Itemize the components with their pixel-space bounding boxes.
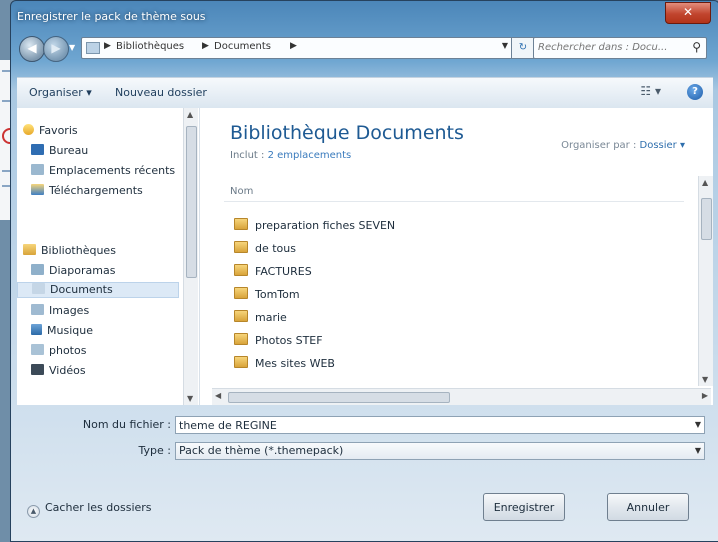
recent-places-icon bbox=[31, 164, 44, 175]
type-selected-value: Pack de thème (*.themepack) bbox=[179, 444, 344, 457]
nav-documents[interactable]: Documents bbox=[17, 282, 179, 298]
folder-icon bbox=[234, 287, 248, 299]
nav-libraries[interactable]: Bibliothèques bbox=[23, 244, 116, 260]
folder-icon bbox=[234, 310, 248, 322]
list-item[interactable]: Mes sites WEB bbox=[234, 356, 335, 372]
library-title: Bibliothèque Documents bbox=[230, 122, 464, 144]
nav-bureau[interactable]: Bureau bbox=[31, 144, 88, 160]
chevron-down-icon[interactable]: ▼ bbox=[695, 420, 701, 429]
type-label: Type : bbox=[138, 444, 171, 457]
nav-recent-places[interactable]: Emplacements récents bbox=[31, 164, 175, 180]
recent-pages-dropdown[interactable]: ▼ bbox=[69, 43, 79, 52]
documents-icon bbox=[32, 283, 45, 294]
breadcrumb-documents[interactable]: Documents bbox=[214, 41, 271, 52]
nav-diaporamas[interactable]: Diaporamas bbox=[31, 264, 115, 280]
list-item[interactable]: TomTom bbox=[234, 287, 300, 303]
list-item[interactable]: preparation fiches SEVEN bbox=[234, 218, 395, 234]
close-icon: ✕ bbox=[682, 5, 694, 19]
forward-button[interactable]: ▶ bbox=[43, 36, 69, 62]
column-divider bbox=[224, 201, 684, 202]
nav-pane-scrollbar[interactable]: ▲ ▼ bbox=[183, 108, 198, 405]
navigation-bar: ◀ ▶ ▼ ▶ Bibliothèques ▶ Documents ▶ ▼ ↻ … bbox=[17, 35, 713, 62]
help-icon[interactable]: ? bbox=[687, 84, 703, 100]
list-item[interactable]: Photos STEF bbox=[234, 333, 323, 349]
scroll-down-icon[interactable]: ▼ bbox=[702, 375, 708, 384]
window-title: Enregistrer le pack de thème sous bbox=[17, 10, 206, 23]
refresh-icon: ↻ bbox=[518, 42, 528, 53]
nav-photos[interactable]: photos bbox=[31, 344, 86, 360]
search-box[interactable]: ⚲ bbox=[533, 37, 707, 59]
scroll-left-icon[interactable]: ◀ bbox=[215, 391, 221, 400]
breadcrumb-libraries[interactable]: Bibliothèques bbox=[116, 41, 184, 52]
folder-icon bbox=[86, 42, 100, 54]
refresh-button[interactable]: ↻ bbox=[511, 37, 535, 59]
star-icon bbox=[23, 124, 34, 135]
filename-label: Nom du fichier : bbox=[82, 418, 171, 431]
filename-field[interactable]: ▼ bbox=[175, 416, 705, 434]
back-button[interactable]: ◀ bbox=[19, 36, 45, 62]
folder-icon bbox=[234, 356, 248, 368]
folder-icon bbox=[234, 264, 248, 276]
scroll-thumb[interactable] bbox=[228, 392, 450, 403]
new-folder-button[interactable]: Nouveau dossier bbox=[115, 86, 207, 99]
back-arrow-icon: ◀ bbox=[27, 41, 37, 55]
scroll-thumb[interactable] bbox=[186, 126, 197, 278]
folder-icon bbox=[234, 218, 248, 230]
list-item[interactable]: marie bbox=[234, 310, 287, 326]
videos-icon bbox=[31, 364, 44, 375]
command-toolbar: Organiser ▾ Nouveau dossier ☷ ▾ ? bbox=[17, 77, 713, 109]
includes-link[interactable]: 2 emplacements bbox=[268, 150, 352, 161]
save-dialog: Enregistrer le pack de thème sous ✕ ◀ ▶ … bbox=[10, 0, 718, 542]
cancel-button[interactable]: Annuler bbox=[607, 493, 689, 521]
nav-videos[interactable]: Vidéos bbox=[31, 364, 86, 380]
save-form: Nom du fichier : ▼ Type : Pack de thème … bbox=[17, 407, 713, 477]
search-input[interactable] bbox=[538, 40, 678, 54]
nav-images[interactable]: Images bbox=[31, 304, 89, 320]
list-item[interactable]: de tous bbox=[234, 241, 296, 257]
desktop-icon bbox=[31, 144, 44, 155]
address-dropdown-icon[interactable]: ▼ bbox=[502, 41, 508, 50]
folder-icon bbox=[234, 333, 248, 345]
search-icon[interactable]: ⚲ bbox=[692, 40, 701, 54]
music-icon bbox=[31, 324, 42, 335]
chevron-right-icon[interactable]: ▶ bbox=[290, 41, 297, 51]
navigation-pane: Favoris Bureau Emplacements récents Télé… bbox=[17, 108, 200, 405]
close-button[interactable]: ✕ bbox=[665, 2, 711, 24]
address-bar[interactable]: ▶ Bibliothèques ▶ Documents ▶ ▼ bbox=[81, 37, 513, 59]
file-list-pane: Bibliothèque Documents Inclut : 2 emplac… bbox=[200, 108, 713, 405]
scroll-thumb[interactable] bbox=[701, 198, 712, 240]
library-includes: Inclut : 2 emplacements bbox=[230, 150, 352, 161]
file-list-horizontal-scrollbar[interactable]: ◀ ▶ bbox=[212, 388, 711, 405]
hide-folders-toggle[interactable]: ▲ Cacher les dossiers bbox=[27, 501, 152, 518]
list-item[interactable]: FACTURES bbox=[234, 264, 312, 280]
photos-icon bbox=[31, 344, 44, 355]
folder-icon bbox=[234, 241, 248, 253]
scroll-right-icon[interactable]: ▶ bbox=[702, 391, 708, 400]
downloads-icon bbox=[31, 184, 44, 195]
save-button[interactable]: Enregistrer bbox=[483, 493, 565, 521]
nav-musique[interactable]: Musique bbox=[31, 324, 93, 340]
arrange-by: Organiser par : Dossier ▾ bbox=[561, 140, 685, 151]
type-select[interactable]: Pack de thème (*.themepack) ▼ bbox=[175, 442, 705, 460]
nav-favorites[interactable]: Favoris bbox=[23, 124, 78, 140]
view-options-icon[interactable]: ☷ ▾ bbox=[640, 84, 661, 98]
scroll-up-icon[interactable]: ▲ bbox=[187, 110, 193, 119]
chevron-down-icon[interactable]: ▼ bbox=[695, 446, 701, 455]
organize-menu[interactable]: Organiser ▾ bbox=[29, 86, 92, 99]
slideshow-icon bbox=[31, 264, 44, 275]
images-icon bbox=[31, 304, 44, 315]
column-header-name[interactable]: Nom bbox=[230, 186, 253, 197]
chevron-up-icon: ▲ bbox=[27, 505, 40, 518]
file-list-vertical-scrollbar[interactable]: ▲ ▼ bbox=[698, 176, 713, 386]
nav-downloads[interactable]: Téléchargements bbox=[31, 184, 143, 200]
forward-arrow-icon: ▶ bbox=[51, 41, 61, 55]
arrange-by-dropdown[interactable]: Dossier ▾ bbox=[640, 140, 685, 151]
libraries-icon bbox=[23, 244, 36, 255]
title-bar: Enregistrer le pack de thème sous ✕ bbox=[11, 1, 718, 29]
scroll-down-icon[interactable]: ▼ bbox=[187, 394, 193, 403]
chevron-right-icon[interactable]: ▶ bbox=[202, 41, 209, 51]
chevron-right-icon[interactable]: ▶ bbox=[104, 41, 111, 51]
filename-input[interactable] bbox=[179, 418, 679, 432]
scroll-up-icon[interactable]: ▲ bbox=[702, 178, 708, 187]
